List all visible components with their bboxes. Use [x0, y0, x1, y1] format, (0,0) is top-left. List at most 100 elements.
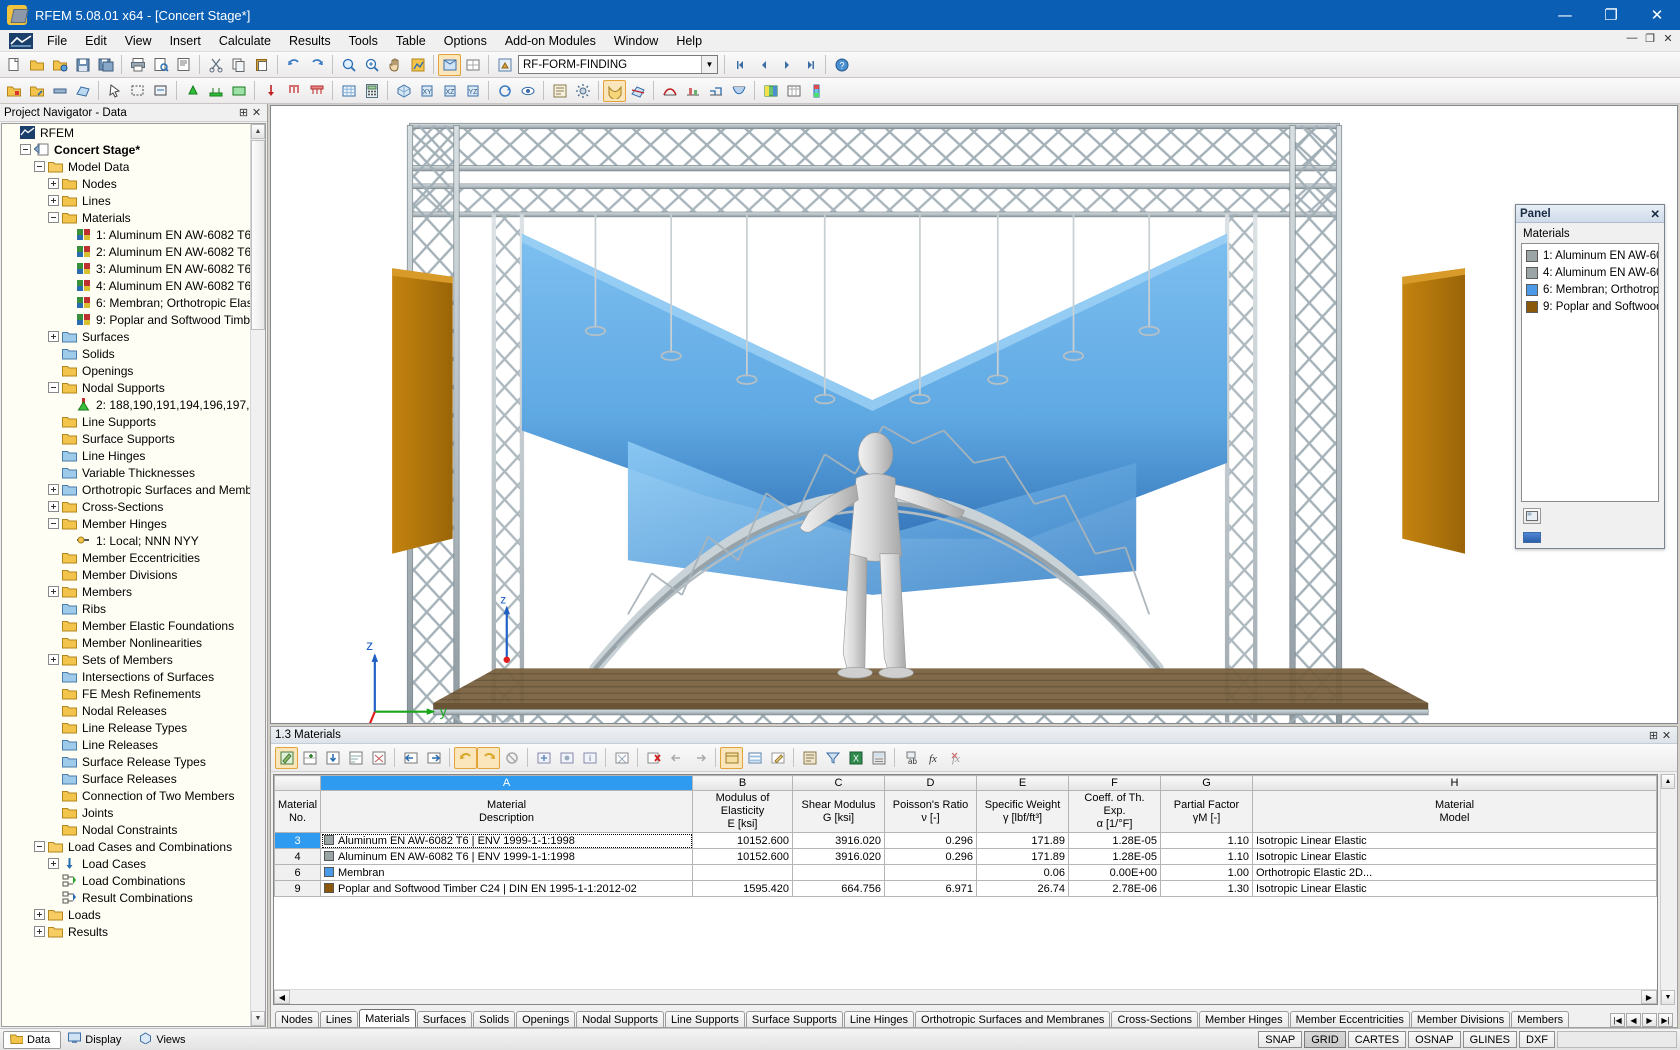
results-moment-icon[interactable]	[727, 80, 750, 102]
tree-node-fe-mesh-refinements[interactable]: FE Mesh Refinements	[2, 685, 250, 702]
tree-node-line-hinges[interactable]: Line Hinges	[2, 447, 250, 464]
clear-table-icon[interactable]	[610, 747, 633, 769]
module-combo[interactable]: RF-FORM-FINDING ▼	[518, 55, 718, 74]
form-finding-icon[interactable]	[603, 80, 626, 102]
print-icon[interactable]	[126, 54, 149, 76]
tree-node-surfaces[interactable]: Surfaces	[2, 328, 250, 345]
partial-factor-cell[interactable]: 1.10	[1161, 833, 1253, 849]
tree-node-surface-supports[interactable]: Surface Supports	[2, 430, 250, 447]
tree-node-1-aluminum-en-aw-6082-t6[interactable]: 1: Aluminum EN AW-6082 T6 |	[2, 226, 250, 243]
tree-node-line-supports[interactable]: Line Supports	[2, 413, 250, 430]
material-description-cell[interactable]: Poplar and Softwood Timber C24 | DIN EN …	[321, 881, 693, 897]
panel-material-item[interactable]: 9: Poplar and Softwood	[1524, 298, 1656, 315]
table-stripes-icon[interactable]	[743, 747, 766, 769]
tree-node-ribs[interactable]: Ribs	[2, 600, 250, 617]
insert-row-icon[interactable]	[298, 747, 321, 769]
panel-close-icon[interactable]: ✕	[1650, 207, 1660, 221]
new-surface-icon[interactable]	[71, 80, 94, 102]
results-shear-icon[interactable]	[704, 80, 727, 102]
panel-material-item[interactable]: 4: Aluminum EN AW-608	[1524, 264, 1656, 281]
menu-item-insert[interactable]: Insert	[161, 31, 210, 51]
table-tab-materials[interactable]: Materials	[359, 1009, 416, 1027]
redraw-icon[interactable]	[406, 54, 429, 76]
table-colors-icon[interactable]	[720, 747, 743, 769]
column-letter-H[interactable]: H	[1253, 776, 1657, 791]
expand-icon[interactable]	[48, 858, 59, 869]
table-tab-openings[interactable]: Openings	[516, 1011, 575, 1027]
vscroll-down-icon[interactable]: ▼	[1661, 990, 1675, 1005]
duplicate-row-icon[interactable]	[555, 747, 578, 769]
tree-node-intersections-of-surfaces[interactable]: Intersections of Surfaces	[2, 668, 250, 685]
poissons-ratio-cell[interactable]: 0.296	[885, 833, 977, 849]
tab-first-icon[interactable]: |◀	[1610, 1013, 1625, 1027]
material-number-cell[interactable]: 3	[275, 833, 321, 849]
menu-item-edit[interactable]: Edit	[76, 31, 116, 51]
tree-node-result-combinations[interactable]: Result Combinations	[2, 889, 250, 906]
results-axial-icon[interactable]	[681, 80, 704, 102]
thermal-expansion-cell[interactable]: 1.28E-05	[1069, 833, 1161, 849]
tree-node-nodal-releases[interactable]: Nodal Releases	[2, 702, 250, 719]
expand-icon[interactable]	[34, 926, 45, 937]
tree-node-load-cases[interactable]: Load Cases	[2, 855, 250, 872]
materials-table[interactable]: ABCDEFGH MaterialNo.MaterialDescriptionM…	[274, 775, 1657, 897]
menu-item-view[interactable]: View	[116, 31, 161, 51]
table-tab-line-supports[interactable]: Line Supports	[665, 1011, 745, 1027]
navigator-close-icon[interactable]: ✕	[250, 106, 263, 119]
collapse-icon[interactable]	[34, 841, 45, 852]
new-node-icon[interactable]	[2, 80, 25, 102]
mesh-icon[interactable]	[337, 80, 360, 102]
tree-node-nodal-supports[interactable]: Nodal Supports	[2, 379, 250, 396]
table-tab-strip[interactable]: NodesLinesMaterialsSurfacesSolidsOpening…	[271, 1007, 1677, 1027]
tree-node-3-aluminum-en-aw-6082-t6[interactable]: 3: Aluminum EN AW-6082 T6 |	[2, 260, 250, 277]
mdi-minimize-button[interactable]: —	[1624, 32, 1640, 45]
tree-node-materials[interactable]: Materials	[2, 209, 250, 226]
tree-node-loads[interactable]: Loads	[2, 906, 250, 923]
navigator-pin-icon[interactable]: ⊞	[237, 106, 250, 119]
delete-left-icon[interactable]	[665, 747, 688, 769]
tree-node-load-cases-and-combinations[interactable]: Load Cases and Combinations	[2, 838, 250, 855]
menu-item-file[interactable]: File	[38, 31, 76, 51]
collapse-icon[interactable]	[20, 144, 31, 155]
shear-modulus-cell[interactable]: 664.756	[793, 881, 885, 897]
support-node-icon[interactable]	[181, 80, 204, 102]
table-tab-lines[interactable]: Lines	[320, 1011, 358, 1027]
scroll-up-icon[interactable]: ▲	[251, 124, 265, 139]
specific-weight-cell[interactable]: 26.74	[977, 881, 1069, 897]
view-xy-icon[interactable]: XY	[415, 80, 438, 102]
material-description-cell[interactable]: Aluminum EN AW-6082 T6 | ENV 1999-1-1:19…	[321, 833, 693, 849]
material-model-cell[interactable]: Isotropic Linear Elastic	[1253, 849, 1657, 865]
expand-icon[interactable]	[48, 654, 59, 665]
select-icon[interactable]	[103, 80, 126, 102]
vscroll-up-icon[interactable]: ▲	[1661, 774, 1675, 789]
status-toggle-osnap[interactable]: OSNAP	[1408, 1031, 1461, 1048]
materials-grid[interactable]: ABCDEFGH MaterialNo.MaterialDescriptionM…	[273, 774, 1658, 1005]
tree-node-variable-thicknesses[interactable]: Variable Thicknesses	[2, 464, 250, 481]
menu-item-results[interactable]: Results	[280, 31, 340, 51]
save-icon[interactable]	[71, 54, 94, 76]
table-tab-cross-sections[interactable]: Cross-Sections	[1111, 1011, 1198, 1027]
table-edit-mode-icon[interactable]	[766, 747, 789, 769]
expand-icon[interactable]	[48, 586, 59, 597]
tree-node-lines[interactable]: Lines	[2, 192, 250, 209]
material-description-cell[interactable]: Membran	[321, 865, 693, 881]
open-file-icon[interactable]	[25, 54, 48, 76]
specific-weight-cell[interactable]: 171.89	[977, 833, 1069, 849]
help-icon[interactable]: ?	[830, 54, 853, 76]
panel-material-item[interactable]: 6: Membran; Orthotropic	[1524, 281, 1656, 298]
material-description-cell[interactable]: Aluminum EN AW-6082 T6 | ENV 1999-1-1:19…	[321, 849, 693, 865]
mdi-restore-button[interactable]: ❐	[1642, 32, 1658, 45]
edit-table-icon[interactable]	[275, 747, 298, 769]
new-line-icon[interactable]	[25, 80, 48, 102]
status-tab-data[interactable]: Data	[3, 1031, 61, 1049]
tree-node-rfem[interactable]: RFEM	[2, 124, 250, 141]
tree-node-openings[interactable]: Openings	[2, 362, 250, 379]
redo-table-icon[interactable]	[477, 747, 500, 769]
thermal-expansion-cell[interactable]: 0.00E+00	[1069, 865, 1161, 881]
grid-horizontal-scrollbar[interactable]: ◀ ▶	[274, 989, 1657, 1004]
hscroll-track[interactable]	[290, 990, 1641, 1004]
panel-properties-icon[interactable]	[1523, 508, 1541, 524]
tree-node-6-membran-orthotropic-elast[interactable]: 6: Membran; Orthotropic Elast	[2, 294, 250, 311]
rotate-view-icon[interactable]	[493, 80, 516, 102]
shear-modulus-cell[interactable]	[793, 865, 885, 881]
tree-node-members[interactable]: Members	[2, 583, 250, 600]
